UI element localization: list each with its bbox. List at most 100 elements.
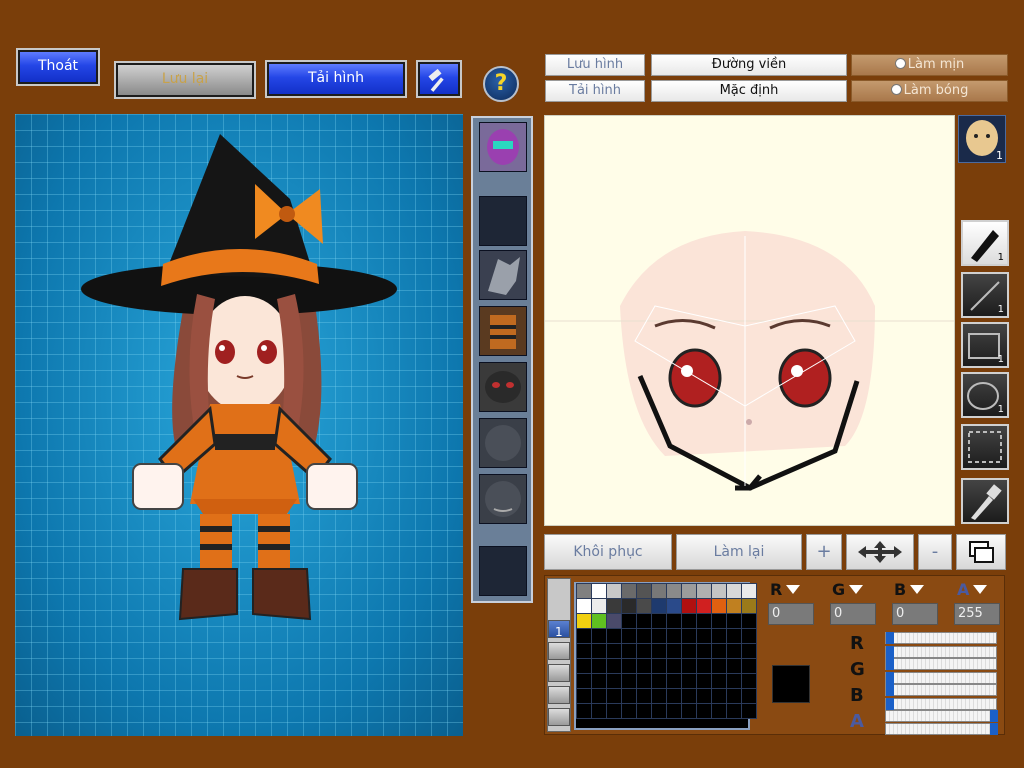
slot-empty-1[interactable]: [479, 196, 527, 246]
palette-cell[interactable]: [576, 643, 592, 659]
palette-cell[interactable]: [666, 643, 682, 659]
help-icon[interactable]: ?: [483, 66, 519, 102]
palette-cell[interactable]: [606, 628, 622, 644]
green-value[interactable]: 0: [830, 603, 876, 625]
palette-cell[interactable]: [651, 598, 667, 614]
character-preview[interactable]: [15, 114, 463, 736]
pen-tool[interactable]: 1: [961, 220, 1009, 266]
palette-cell[interactable]: [696, 598, 712, 614]
palette-cell[interactable]: [576, 613, 592, 629]
save-button[interactable]: Lưu lại: [114, 61, 256, 99]
palette-cell[interactable]: [606, 688, 622, 704]
palette-cell[interactable]: [636, 688, 652, 704]
palette-cell[interactable]: [621, 613, 637, 629]
palette-cell[interactable]: [621, 673, 637, 689]
color-palette[interactable]: [574, 582, 757, 730]
palette-cell[interactable]: [621, 628, 637, 644]
palette-cell[interactable]: [726, 703, 742, 719]
palette-cell[interactable]: [591, 628, 607, 644]
palette-cell[interactable]: [696, 658, 712, 674]
palette-cell[interactable]: [726, 688, 742, 704]
palette-cell[interactable]: [666, 673, 682, 689]
palette-cell[interactable]: [636, 703, 652, 719]
palette-cell[interactable]: [741, 583, 757, 599]
smooth-option[interactable]: Làm mịn: [851, 54, 1008, 76]
palette-cell[interactable]: [696, 613, 712, 629]
slot-helmet[interactable]: [479, 122, 527, 172]
palette-cell[interactable]: [711, 628, 727, 644]
palette-cell[interactable]: [591, 688, 607, 704]
palette-cell[interactable]: [696, 703, 712, 719]
palette-cell[interactable]: [606, 643, 622, 659]
layer-button[interactable]: [956, 534, 1006, 570]
palette-cell[interactable]: [741, 613, 757, 629]
palette-cell[interactable]: [621, 598, 637, 614]
zoom-out-button[interactable]: -: [918, 534, 952, 570]
palette-cell[interactable]: [711, 688, 727, 704]
palette-cell[interactable]: [651, 583, 667, 599]
palette-cell[interactable]: [591, 703, 607, 719]
palette-cell[interactable]: [711, 703, 727, 719]
outline-button[interactable]: Đường viền: [651, 54, 847, 76]
palette-cell[interactable]: [726, 583, 742, 599]
blue-value[interactable]: 0: [892, 603, 938, 625]
palette-cell[interactable]: [726, 613, 742, 629]
palette-cell[interactable]: [576, 673, 592, 689]
palette-cell[interactable]: [681, 643, 697, 659]
palette-cell[interactable]: [681, 703, 697, 719]
palette-cell[interactable]: [741, 673, 757, 689]
green-slider-knob-2[interactable]: [886, 672, 894, 684]
palette-cell[interactable]: [576, 628, 592, 644]
palette-cell[interactable]: [651, 628, 667, 644]
zoom-in-button[interactable]: +: [806, 534, 842, 570]
blue-label[interactable]: B: [894, 580, 925, 600]
palette-tab-2[interactable]: [548, 642, 570, 660]
palette-cell[interactable]: [651, 673, 667, 689]
exit-button[interactable]: Thoát: [16, 48, 100, 86]
eyedropper-tool[interactable]: [961, 478, 1009, 524]
palette-cell[interactable]: [636, 628, 652, 644]
palette-cell[interactable]: [651, 703, 667, 719]
palette-cell[interactable]: [621, 583, 637, 599]
palette-cell[interactable]: [696, 643, 712, 659]
palette-cell[interactable]: [681, 658, 697, 674]
palette-cell[interactable]: [606, 673, 622, 689]
smooth-radio-icon[interactable]: [894, 58, 906, 69]
blue-slider-knob-2[interactable]: [886, 698, 894, 710]
palette-cell[interactable]: [696, 628, 712, 644]
palette-cell[interactable]: [681, 688, 697, 704]
palette-cell[interactable]: [651, 613, 667, 629]
palette-cell[interactable]: [576, 703, 592, 719]
palette-cell[interactable]: [636, 673, 652, 689]
shade-option[interactable]: Làm bóng: [851, 80, 1008, 102]
palette-cell[interactable]: [711, 643, 727, 659]
red-label[interactable]: R: [770, 580, 801, 600]
palette-tab-4[interactable]: [548, 686, 570, 704]
palette-cell[interactable]: [666, 628, 682, 644]
palette-cell[interactable]: [636, 658, 652, 674]
alpha-slider[interactable]: [885, 710, 998, 722]
red-slider-2[interactable]: [885, 646, 997, 658]
palette-cell[interactable]: [591, 673, 607, 689]
default-button[interactable]: Mặc định: [651, 80, 847, 102]
palette-cell[interactable]: [741, 658, 757, 674]
palette-cell[interactable]: [741, 598, 757, 614]
palette-cell[interactable]: [711, 598, 727, 614]
palette-cell[interactable]: [741, 628, 757, 644]
red-slider-knob[interactable]: [886, 632, 894, 644]
save-image-button[interactable]: Lưu hình: [545, 54, 645, 76]
palette-cell[interactable]: [681, 673, 697, 689]
palette-cell[interactable]: [711, 658, 727, 674]
palette-cell[interactable]: [666, 583, 682, 599]
palette-cell[interactable]: [591, 658, 607, 674]
palette-cell[interactable]: [636, 643, 652, 659]
palette-cell[interactable]: [591, 583, 607, 599]
red-slider-knob-2[interactable]: [886, 646, 894, 658]
slot-mask[interactable]: [479, 362, 527, 412]
alpha-label[interactable]: A: [957, 580, 988, 600]
palette-cell[interactable]: [711, 583, 727, 599]
line-tool[interactable]: 1: [961, 272, 1009, 318]
palette-cell[interactable]: [621, 658, 637, 674]
palette-cell[interactable]: [666, 658, 682, 674]
shade-radio-icon[interactable]: [890, 84, 902, 95]
